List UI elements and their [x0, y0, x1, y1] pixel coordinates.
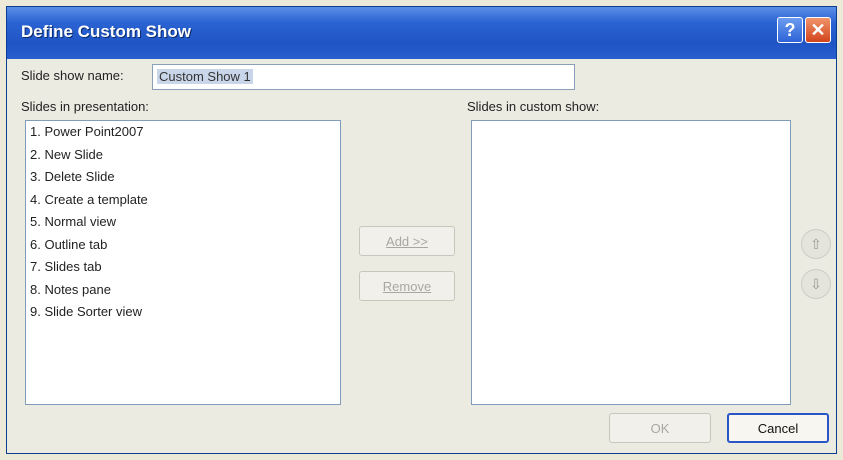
slide-show-name-input[interactable]: Custom Show 1	[152, 64, 575, 90]
add-button[interactable]: Add >>	[359, 226, 455, 256]
dialog-title: Define Custom Show	[21, 22, 192, 41]
arrow-up-icon: ⇧	[810, 235, 822, 252]
list-item[interactable]: 6. Outline tab	[26, 234, 340, 257]
list-item[interactable]: 4. Create a template	[26, 189, 340, 212]
remove-button[interactable]: Remove	[359, 271, 455, 301]
define-custom-show-dialog: Define Custom Show ? ✕ Slide show name: …	[6, 6, 837, 454]
list-item[interactable]: 9. Slide Sorter view	[26, 301, 340, 324]
move-down-button[interactable]: ⇩	[801, 269, 831, 299]
arrow-down-icon: ⇩	[810, 275, 822, 292]
list-item[interactable]: 2. New Slide	[26, 144, 340, 167]
list-item[interactable]: 1. Power Point2007	[26, 121, 340, 144]
slide-show-name-label: Slide show name:	[21, 68, 124, 83]
help-button[interactable]: ?	[777, 17, 803, 43]
list-item[interactable]: 8. Notes pane	[26, 279, 340, 302]
list-item[interactable]: 5. Normal view	[26, 211, 340, 234]
slides-in-presentation-label: Slides in presentation:	[21, 99, 149, 114]
slides-in-presentation-list[interactable]: 1. Power Point2007 2. New Slide 3. Delet…	[25, 120, 341, 405]
question-icon: ?	[784, 19, 796, 40]
slides-in-custom-show-label: Slides in custom show:	[467, 99, 600, 114]
slides-in-custom-show-list[interactable]	[471, 120, 791, 405]
close-button[interactable]: ✕	[805, 17, 831, 43]
list-item[interactable]: 3. Delete Slide	[26, 166, 340, 189]
list-item[interactable]: 7. Slides tab	[26, 256, 340, 279]
ok-button[interactable]: OK	[609, 413, 711, 443]
slide-show-name-value: Custom Show 1	[157, 69, 253, 84]
title-bar[interactable]: Define Custom Show ? ✕	[7, 7, 836, 59]
close-icon: ✕	[810, 19, 826, 40]
move-up-button[interactable]: ⇧	[801, 229, 831, 259]
cancel-button[interactable]: Cancel	[727, 413, 829, 443]
